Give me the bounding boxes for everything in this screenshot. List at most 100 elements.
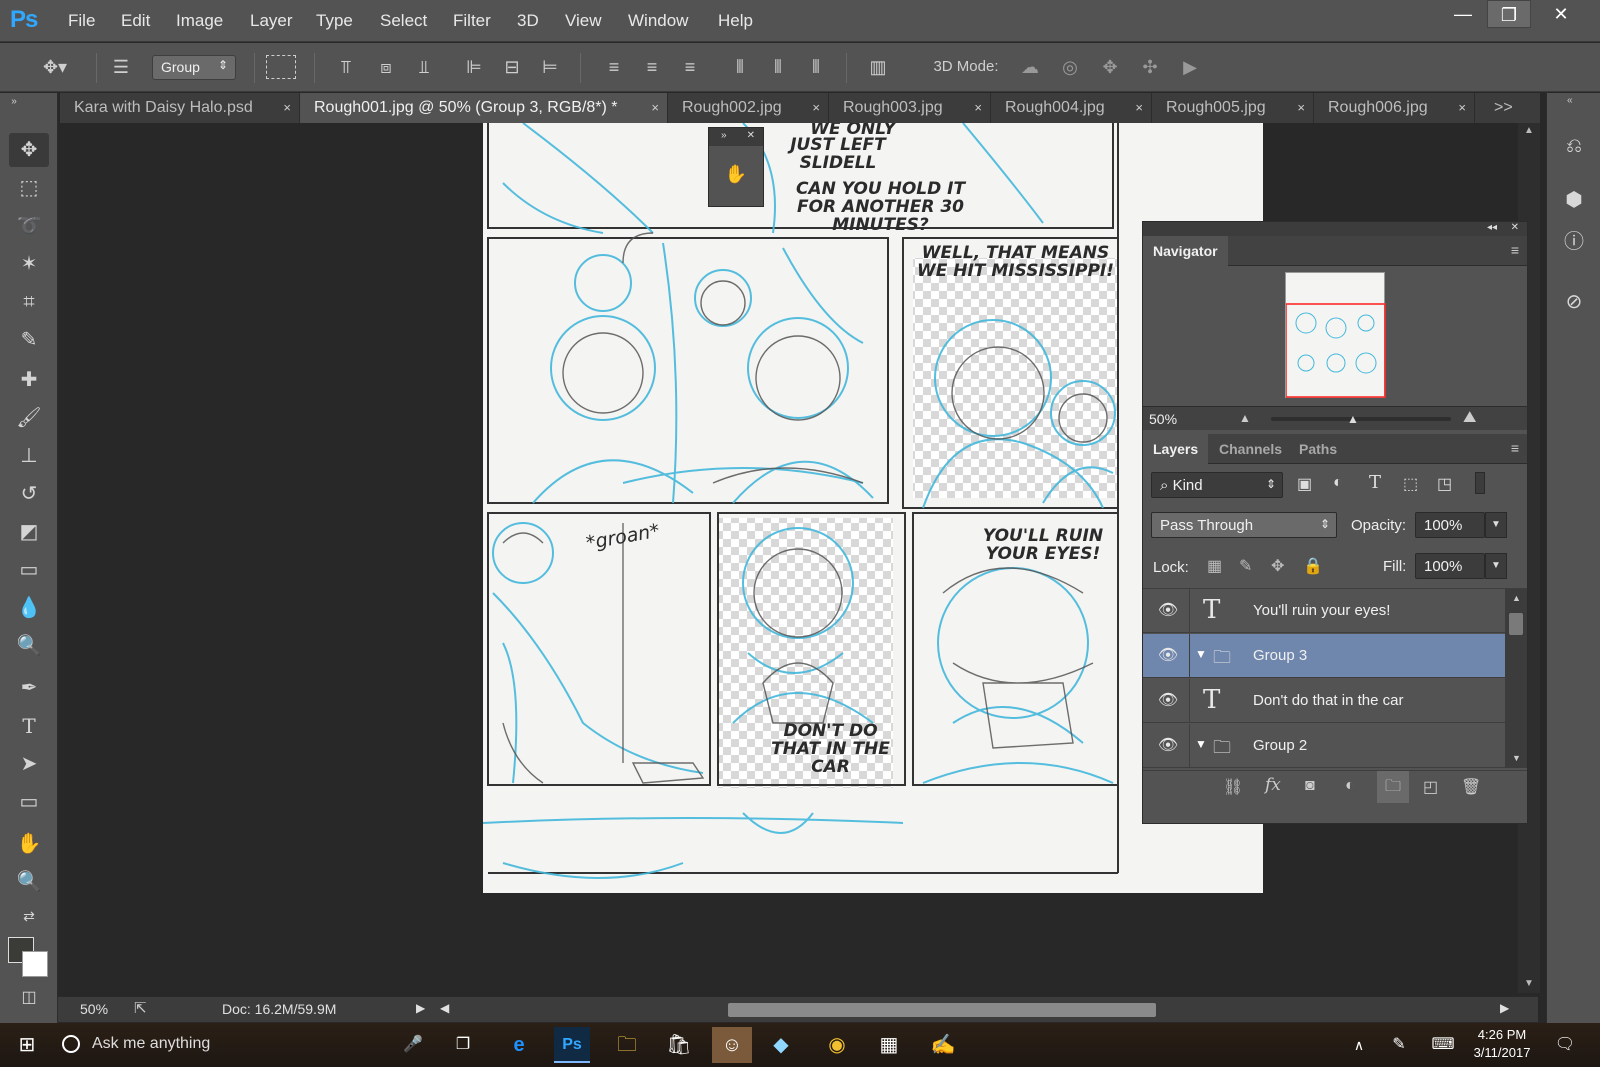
menu-view[interactable]: View: [565, 11, 602, 31]
properties-panel-icon[interactable]: ⊘: [1559, 287, 1589, 317]
align-right-icon[interactable]: ⊨: [538, 55, 562, 79]
3d-pan-icon[interactable]: ✥: [1096, 55, 1124, 79]
tab-kara-with-daisy-halo[interactable]: Kara with Daisy Halo.psd ×: [60, 93, 300, 123]
eye-icon[interactable]: 👁: [1157, 645, 1179, 667]
brush-tool-icon[interactable]: 🖌: [9, 401, 49, 435]
tab-channels[interactable]: Channels: [1209, 434, 1292, 464]
eyedropper-tool-icon[interactable]: ✎: [9, 323, 49, 357]
zoom-tool-icon[interactable]: 🔍: [9, 865, 49, 899]
quick-mask-icon[interactable]: ◫: [9, 981, 49, 1015]
blend-mode-dropdown[interactable]: Pass Through ⇕: [1151, 512, 1337, 538]
tab-rough006[interactable]: Rough006.jpg ×: [1314, 93, 1475, 123]
auto-select-dropdown[interactable]: Group ⇕: [152, 55, 236, 80]
status-zoom[interactable]: 50%: [80, 1001, 108, 1017]
layer-row-text[interactable]: 👁 T You'll ruin your eyes!: [1143, 589, 1505, 633]
pen-tray-icon[interactable]: ✎: [1384, 1031, 1414, 1059]
filter-adjustment-icon[interactable]: ◐: [1333, 474, 1343, 492]
history-brush-tool-icon[interactable]: ↺: [9, 477, 49, 511]
chevron-down-icon[interactable]: ▼: [1195, 647, 1207, 661]
chevron-up-icon[interactable]: ∧: [1344, 1031, 1374, 1059]
status-menu-icon[interactable]: ▶: [416, 1001, 425, 1015]
export-icon[interactable]: ⇱: [134, 999, 147, 1017]
swap-colors-icon[interactable]: ⇄: [9, 899, 49, 933]
eraser-tool-icon[interactable]: ◩: [9, 515, 49, 549]
chevron-down-icon[interactable]: ▼: [1195, 737, 1207, 751]
align-top-icon[interactable]: ⫪: [334, 55, 358, 79]
tab-layers[interactable]: Layers: [1143, 434, 1209, 464]
layer-row-text[interactable]: 👁 T Don't do that in the car: [1143, 679, 1505, 723]
menu-window[interactable]: Window: [628, 11, 688, 31]
filter-type-icon[interactable]: T: [1369, 472, 1381, 493]
close-icon[interactable]: ✕: [1511, 222, 1519, 233]
collapse-icon[interactable]: «: [1567, 95, 1573, 106]
tab-rough005[interactable]: Rough005.jpg ×: [1152, 93, 1314, 123]
brush-preset-icon[interactable]: ✋: [723, 164, 749, 190]
tab-navigator[interactable]: Navigator: [1143, 236, 1228, 266]
distribute-left-icon[interactable]: ⦀: [728, 55, 752, 79]
close-icon[interactable]: ×: [651, 93, 659, 123]
microphone-icon[interactable]: 🎤: [398, 1031, 428, 1059]
eye-icon[interactable]: 👁: [1157, 600, 1179, 622]
move-tool-preset-icon[interactable]: ✥▾: [30, 55, 80, 79]
lasso-tool-icon[interactable]: ➰: [9, 209, 49, 243]
chrome-icon[interactable]: ◉: [822, 1031, 852, 1059]
menu-layer[interactable]: Layer: [250, 11, 293, 31]
add-mask-icon[interactable]: ◙: [1305, 777, 1315, 795]
blur-tool-icon[interactable]: 💧: [9, 591, 49, 625]
app-icon[interactable]: ◆: [766, 1031, 796, 1059]
marquee-tool-icon[interactable]: ⬚: [9, 171, 49, 205]
background-color-swatch[interactable]: [22, 951, 48, 977]
navigator-zoom-value[interactable]: 50%: [1149, 411, 1177, 427]
lock-all-icon[interactable]: 🔒: [1303, 556, 1323, 576]
path-selection-tool-icon[interactable]: ➤: [9, 747, 49, 781]
history-panel-icon[interactable]: ⎌: [1559, 131, 1589, 161]
opacity-input[interactable]: 100%: [1415, 512, 1485, 538]
tab-rough004[interactable]: Rough004.jpg ×: [991, 93, 1152, 123]
tab-rough001[interactable]: Rough001.jpg @ 50% (Group 3, RGB/8*) * ×: [300, 93, 668, 123]
3d-slide-icon[interactable]: ✣: [1136, 55, 1164, 79]
align-left-icon[interactable]: ⊫: [462, 55, 486, 79]
lock-pixels-icon[interactable]: ✎: [1239, 556, 1252, 576]
expand-icon[interactable]: »: [721, 130, 727, 141]
distribute-vcenter-icon[interactable]: ≡: [640, 55, 664, 79]
healing-brush-tool-icon[interactable]: ✚: [9, 363, 49, 397]
new-group-icon[interactable]: 🗀: [1377, 771, 1409, 803]
lock-transparent-icon[interactable]: ▦: [1207, 556, 1222, 576]
keyboard-icon[interactable]: ⌨: [1428, 1031, 1458, 1059]
scroll-left-icon[interactable]: ◀: [440, 1001, 449, 1015]
menu-filter[interactable]: Filter: [453, 11, 491, 31]
3d-roll-icon[interactable]: ◎: [1056, 55, 1084, 79]
edge-browser-icon[interactable]: e: [504, 1031, 534, 1059]
menu-type[interactable]: Type: [316, 11, 353, 31]
move-tool-icon[interactable]: ✥: [9, 133, 49, 167]
gradient-tool-icon[interactable]: ▭: [9, 553, 49, 587]
photoshop-taskbar-icon[interactable]: Ps: [554, 1027, 590, 1063]
distribute-bottom-icon[interactable]: ≡: [678, 55, 702, 79]
zoom-slider-thumb[interactable]: ▲: [1347, 412, 1359, 426]
collapse-icon[interactable]: »: [4, 95, 24, 109]
scroll-thumb[interactable]: [1509, 613, 1523, 635]
fx-icon[interactable]: fx: [1265, 775, 1281, 795]
zoom-in-icon[interactable]: ⛰: [1463, 409, 1476, 427]
filter-pixel-icon[interactable]: ▣: [1297, 474, 1312, 494]
distribute-top-icon[interactable]: ≡: [602, 55, 626, 79]
menu-image[interactable]: Image: [176, 11, 223, 31]
layer-filter-dropdown[interactable]: ⌕ Kind ⇕: [1151, 472, 1283, 498]
adjustment-layer-icon[interactable]: ◐: [1345, 777, 1355, 795]
file-explorer-icon[interactable]: 🗀: [612, 1031, 642, 1059]
eye-icon[interactable]: 👁: [1157, 690, 1179, 712]
3d-orbit-icon[interactable]: ☁: [1016, 55, 1044, 79]
crop-tool-icon[interactable]: ⌗: [9, 285, 49, 319]
menu-help[interactable]: Help: [718, 11, 753, 31]
panel-menu-icon[interactable]: ≡: [1511, 440, 1519, 456]
scroll-up-icon[interactable]: ▲: [1524, 125, 1534, 136]
notifications-icon[interactable]: 🗨: [1550, 1031, 1580, 1059]
chevron-down-icon[interactable]: ▼: [1485, 512, 1507, 538]
new-layer-icon[interactable]: ◰: [1423, 777, 1438, 797]
3d-panel-icon[interactable]: ⬢: [1559, 185, 1589, 215]
3d-scale-icon[interactable]: ▶: [1176, 55, 1204, 79]
scroll-up-icon[interactable]: ▲: [1512, 593, 1521, 603]
close-icon[interactable]: ×: [974, 93, 982, 123]
info-panel-icon[interactable]: ⓘ: [1559, 227, 1589, 257]
close-icon[interactable]: ×: [1458, 93, 1466, 123]
